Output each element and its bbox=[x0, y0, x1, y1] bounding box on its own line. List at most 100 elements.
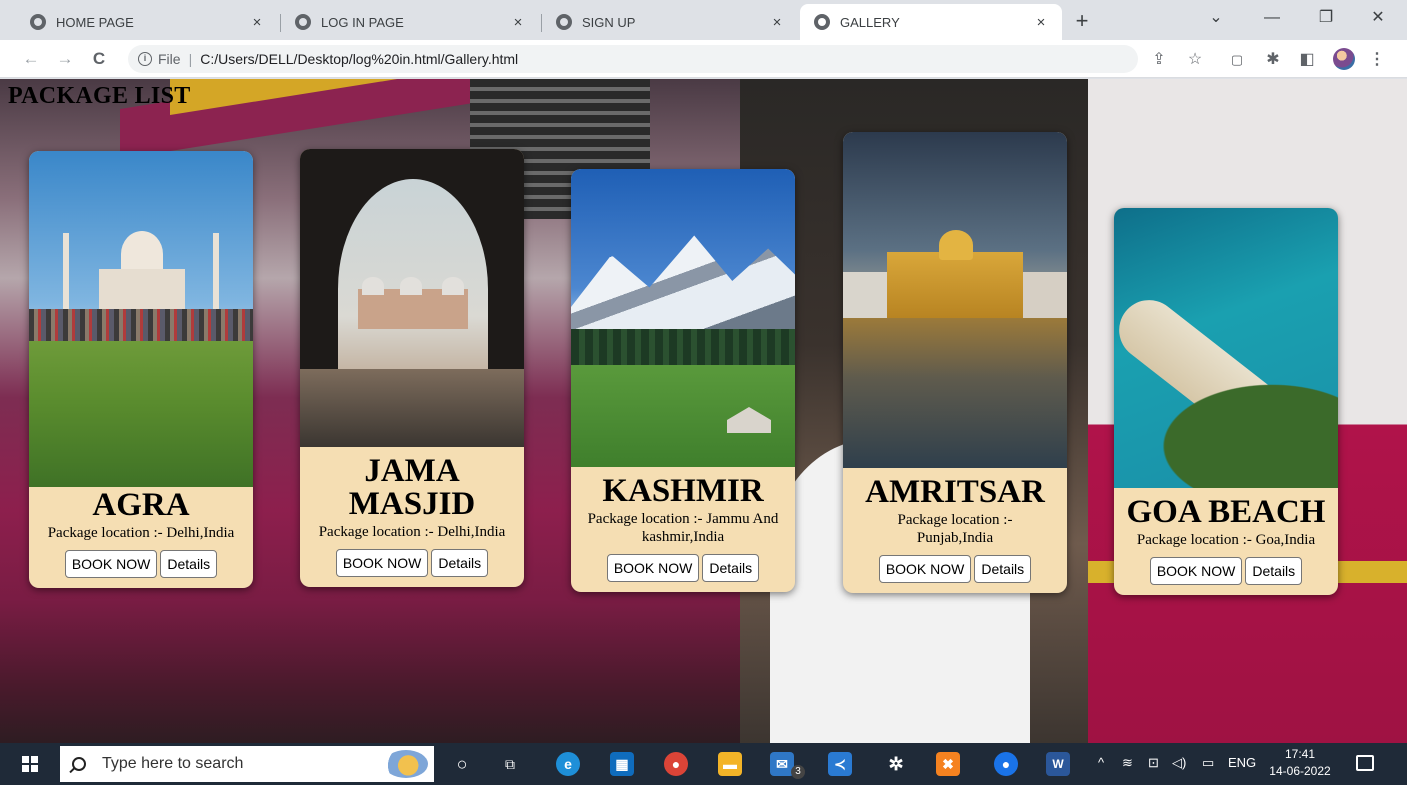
clock-time: 17:41 bbox=[1284, 747, 1316, 761]
tab-gallery[interactable]: GALLERY × bbox=[800, 4, 1062, 40]
windows-taskbar: Type here to search ○ ⧉ e ▦ ● ▬ ✉ 3 ≺ ✲ … bbox=[0, 743, 1407, 785]
book-now-button[interactable]: BOOK NOW bbox=[335, 549, 429, 577]
details-button[interactable]: Details bbox=[974, 555, 1032, 583]
photo-detail bbox=[887, 252, 1023, 318]
network-icon[interactable]: ⊡ bbox=[1148, 755, 1159, 771]
reload-button[interactable]: C bbox=[88, 48, 110, 70]
photo-detail bbox=[29, 341, 253, 487]
card-title: KASHMIR bbox=[602, 473, 764, 509]
tab-home-page[interactable]: HOME PAGE × bbox=[16, 4, 278, 40]
tab-title: HOME PAGE bbox=[56, 14, 134, 30]
share-icon[interactable]: ⇪ bbox=[1148, 49, 1170, 71]
url-text: C:/Users/DELL/Desktop/log%20in.html/Gall… bbox=[200, 51, 519, 67]
tab-close-icon[interactable]: × bbox=[1032, 14, 1050, 31]
book-now-button[interactable]: BOOK NOW bbox=[1149, 557, 1243, 585]
show-hidden-icons-chevron-icon[interactable]: ^ bbox=[1098, 755, 1104, 770]
address-separator: | bbox=[188, 51, 193, 67]
photo-detail bbox=[843, 318, 1067, 468]
tab-search-chevron-icon[interactable]: ⌄ bbox=[1196, 6, 1236, 30]
card-photo bbox=[29, 151, 253, 487]
card-actions: BOOK NOW Details bbox=[302, 549, 522, 577]
photo-detail bbox=[939, 230, 973, 260]
package-card-jama-masjid: JAMA MASJID Package location :- Delhi,In… bbox=[300, 149, 524, 587]
volume-icon[interactable]: ◁) bbox=[1172, 755, 1186, 771]
tab-title: LOG IN PAGE bbox=[321, 14, 404, 30]
wifi-icon[interactable]: ≋ bbox=[1122, 755, 1133, 771]
search-highlight-icon bbox=[384, 750, 428, 778]
tab-sign-up[interactable]: SIGN UP × bbox=[542, 4, 798, 40]
taskbar-search-box[interactable]: Type here to search bbox=[60, 746, 434, 782]
back-button[interactable]: ← bbox=[20, 48, 42, 70]
card-photo bbox=[843, 132, 1067, 468]
language-indicator[interactable]: ENG bbox=[1228, 755, 1256, 770]
book-now-button[interactable]: BOOK NOW bbox=[64, 550, 158, 578]
details-button[interactable]: Details bbox=[702, 554, 760, 582]
card-actions: BOOK NOW Details bbox=[845, 555, 1065, 583]
menu-icon[interactable]: ⋮ bbox=[1366, 49, 1388, 71]
card-body: AMRITSAR Package location :- Punjab,Indi… bbox=[843, 468, 1067, 593]
word-icon[interactable]: W bbox=[1046, 752, 1070, 776]
tab-log-in-page[interactable]: LOG IN PAGE × bbox=[281, 4, 539, 40]
book-now-button[interactable]: BOOK NOW bbox=[878, 555, 972, 583]
tab-close-icon[interactable]: × bbox=[768, 14, 786, 31]
scheme-label: File bbox=[158, 51, 181, 67]
xampp-icon[interactable]: ✖ bbox=[936, 752, 960, 776]
minimize-button[interactable]: — bbox=[1252, 6, 1292, 30]
package-card-kashmir: KASHMIR Package location :- Jammu And ka… bbox=[571, 169, 795, 592]
tab-close-icon[interactable]: × bbox=[248, 14, 266, 31]
card-title: JAMA MASJID bbox=[348, 453, 476, 522]
notification-icon[interactable] bbox=[1356, 755, 1374, 771]
star-icon[interactable]: ☆ bbox=[1184, 49, 1206, 71]
store-icon[interactable]: ▦ bbox=[610, 752, 634, 776]
photo-detail bbox=[442, 277, 464, 295]
details-button[interactable]: Details bbox=[160, 550, 218, 578]
cortana-icon[interactable]: ○ bbox=[450, 752, 474, 776]
card-actions: BOOK NOW Details bbox=[1116, 557, 1336, 585]
photo-detail bbox=[400, 277, 422, 295]
close-window-button[interactable]: ✕ bbox=[1358, 6, 1398, 30]
chrome-icon[interactable]: ● bbox=[664, 752, 688, 776]
info-icon[interactable]: i bbox=[138, 52, 152, 66]
card-photo bbox=[571, 169, 795, 467]
edge-icon[interactable]: e bbox=[556, 752, 580, 776]
photo-detail bbox=[63, 233, 69, 313]
globe-icon bbox=[295, 14, 311, 30]
card-body: JAMA MASJID Package location :- Delhi,In… bbox=[300, 447, 524, 587]
photo-detail bbox=[358, 289, 468, 329]
vscode-icon[interactable]: ≺ bbox=[828, 752, 852, 776]
details-button[interactable]: Details bbox=[431, 549, 489, 577]
restore-button[interactable]: ❐ bbox=[1306, 6, 1346, 30]
photo-detail bbox=[29, 309, 253, 343]
card-title: AMRITSAR bbox=[865, 474, 1045, 510]
book-now-button[interactable]: BOOK NOW bbox=[606, 554, 700, 582]
card-body: GOA BEACH Package location :- Goa,India … bbox=[1114, 488, 1338, 595]
pocket-icon[interactable]: ▢ bbox=[1226, 49, 1248, 71]
extensions-icon[interactable]: ✱ bbox=[1262, 49, 1284, 71]
taskbar-clock[interactable]: 17:41 14-06-2022 bbox=[1268, 746, 1332, 780]
card-title: AGRA bbox=[92, 487, 190, 523]
settings-gear-icon[interactable]: ✲ bbox=[884, 752, 908, 776]
card-location: Package location :- Goa,India bbox=[1136, 532, 1316, 548]
card-body: AGRA Package location :- Delhi,India BOO… bbox=[29, 487, 253, 588]
photo-detail bbox=[843, 272, 887, 318]
sidepanel-icon[interactable]: ◧ bbox=[1296, 49, 1318, 71]
chrome-profile-icon[interactable]: ● bbox=[994, 752, 1018, 776]
tab-title: SIGN UP bbox=[582, 14, 636, 30]
card-actions: BOOK NOW Details bbox=[31, 550, 251, 578]
globe-icon bbox=[814, 14, 830, 30]
battery-icon[interactable]: ▭ bbox=[1202, 755, 1214, 771]
file-explorer-icon[interactable]: ▬ bbox=[718, 752, 742, 776]
tab-close-icon[interactable]: × bbox=[509, 14, 527, 31]
card-location: Package location :- Delhi,India bbox=[47, 525, 235, 541]
search-icon bbox=[72, 757, 86, 771]
new-tab-button[interactable]: + bbox=[1068, 8, 1096, 34]
address-bar[interactable]: i File | C:/Users/DELL/Desktop/log%20in.… bbox=[128, 45, 1138, 73]
windows-start-icon[interactable] bbox=[22, 756, 38, 772]
browser-toolbar: ← → C i File | C:/Users/DELL/Desktop/log… bbox=[0, 40, 1407, 78]
browser-tab-strip: HOME PAGE × LOG IN PAGE × SIGN UP × GALL… bbox=[0, 0, 1407, 40]
forward-button[interactable]: → bbox=[54, 48, 76, 70]
details-button[interactable]: Details bbox=[1245, 557, 1303, 585]
profile-avatar[interactable] bbox=[1333, 48, 1355, 70]
package-card-goa-beach: GOA BEACH Package location :- Goa,India … bbox=[1114, 208, 1338, 595]
task-view-icon[interactable]: ⧉ bbox=[498, 752, 522, 776]
